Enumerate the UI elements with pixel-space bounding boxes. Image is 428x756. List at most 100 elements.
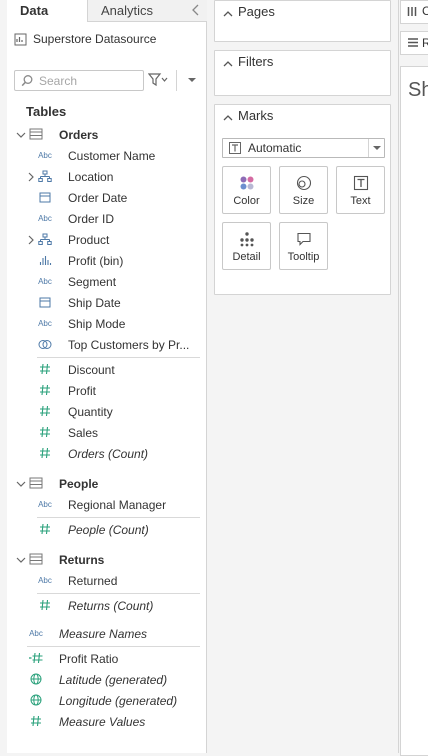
field-measure-values[interactable]: Measure Values [7,712,207,733]
field-profit-label: Profit [68,384,97,398]
field-returns-count-label: Returns (Count) [68,599,154,613]
datasource-item[interactable]: Superstore Datasource [7,29,207,51]
field-product[interactable]: Product [7,230,207,251]
chevron-down-icon[interactable] [16,478,26,488]
chevron-up-icon[interactable] [223,7,233,17]
field-profit[interactable]: Profit [7,381,207,402]
pane-menu-icon[interactable] [184,72,200,88]
chevron-up-icon[interactable] [223,111,233,121]
divider [27,646,200,647]
tab-data[interactable]: Data [7,0,87,22]
field-profit-ratio[interactable]: Profit Ratio [7,649,207,670]
toolbar-divider [176,70,177,91]
number-icon [37,363,53,377]
field-orders-count[interactable]: Orders (Count) [7,444,207,465]
chevron-right-icon[interactable] [26,171,36,182]
field-top-customers-by-pr[interactable]: Top Customers by Pr... [7,335,207,356]
divider [37,357,200,358]
tooltip-button[interactable]: Tooltip [279,222,328,270]
data-pane: Data Analytics Superstore Datasource Tab… [7,0,207,753]
field-profit-bin[interactable]: Profit (bin) [7,251,207,272]
tab-analytics[interactable]: Analytics [87,0,207,22]
field-product-label: Product [68,233,110,247]
rows-shelf[interactable]: R [400,31,428,55]
filters-card[interactable]: Filters [214,50,391,96]
abc-icon: Abc [38,500,52,509]
abc-icon: Abc [38,319,52,328]
search-input[interactable] [39,73,139,88]
pages-card-title: Pages [238,4,275,19]
detail-button[interactable]: Detail [222,222,271,270]
field-order-date[interactable]: Order Date [7,188,207,209]
chevron-down-icon[interactable] [16,554,26,564]
field-measure-names[interactable]: Abc Measure Names [7,624,207,645]
globe-icon [28,673,44,687]
field-quantity[interactable]: Quantity [7,402,207,423]
chevron-down-icon[interactable] [16,129,26,139]
field-order-date-label: Order Date [68,191,128,205]
table-people[interactable]: People [7,474,207,495]
calendar-icon [37,191,53,205]
text-mark-icon [229,142,241,154]
color-button[interactable]: Color [222,166,271,214]
field-location[interactable]: Location [7,167,207,188]
field-latitude-generated[interactable]: Latitude (generated) [7,670,207,691]
size-icon [296,175,312,191]
chevron-down-icon[interactable] [368,139,384,157]
search-icon [21,74,34,87]
field-sales[interactable]: Sales [7,423,207,444]
number-icon [28,715,44,729]
collapse-pane-icon[interactable] [191,4,201,16]
field-returns-count[interactable]: Returns (Count) [7,596,207,617]
tables-header: Tables [26,104,67,119]
field-order-id[interactable]: Abc Order ID [7,209,207,230]
divider [37,593,200,594]
field-regional-manager[interactable]: Abc Regional Manager [7,495,207,516]
text-button[interactable]: Text [336,166,385,214]
filters-card-title: Filters [238,54,274,69]
field-ship-mode[interactable]: Abc Ship Mode [7,314,207,335]
size-button[interactable]: Size [279,166,328,214]
table-people-label: People [59,477,99,491]
mark-type-dropdown[interactable]: Automatic [222,138,385,158]
abc-icon: Abc [38,277,52,286]
marks-card-title: Marks [238,108,274,123]
field-segment[interactable]: Abc Segment [7,272,207,293]
field-customer-name[interactable]: Abc Customer Name [7,146,207,167]
bin-icon [37,254,53,268]
chevron-right-icon[interactable] [26,234,36,245]
detail-icon [239,231,255,247]
field-longitude-generated[interactable]: Longitude (generated) [7,691,207,712]
number-icon [37,384,53,398]
table-orders[interactable]: Orders [7,125,207,146]
divider [37,517,200,518]
datasource-icon [14,33,27,46]
field-customer-name-label: Customer Name [68,149,156,163]
calc-number-icon [28,652,44,666]
field-longitude-generated-label: Longitude (generated) [59,694,178,708]
hierarchy-icon [37,233,53,247]
field-orders-count-label: Orders (Count) [68,447,149,461]
field-returned[interactable]: Abc Returned [7,571,207,592]
field-ship-date[interactable]: Ship Date [7,293,207,314]
abc-icon: Abc [38,214,52,223]
filter-fields-icon[interactable] [147,72,170,88]
abc-icon: Abc [38,576,52,585]
size-button-label: Size [292,195,315,207]
sheet-title[interactable]: Sh [408,79,428,102]
sheet-area[interactable]: Sh [400,66,428,756]
tooltip-button-label: Tooltip [287,251,320,263]
field-discount[interactable]: Discount [7,360,207,381]
set-icon [37,338,53,352]
pages-card[interactable]: Pages [214,0,391,42]
field-people-count[interactable]: People (Count) [7,520,207,541]
table-returns[interactable]: Returns [7,550,207,571]
chevron-up-icon[interactable] [223,57,233,67]
field-segment-label: Segment [68,275,117,289]
rows-shelf-label: R [422,36,428,50]
table-returns-label: Returns [59,553,105,567]
tab-analytics-label: Analytics [101,3,154,18]
columns-shelf[interactable]: C [400,0,428,24]
field-location-label: Location [68,170,114,184]
number-icon [37,523,53,537]
